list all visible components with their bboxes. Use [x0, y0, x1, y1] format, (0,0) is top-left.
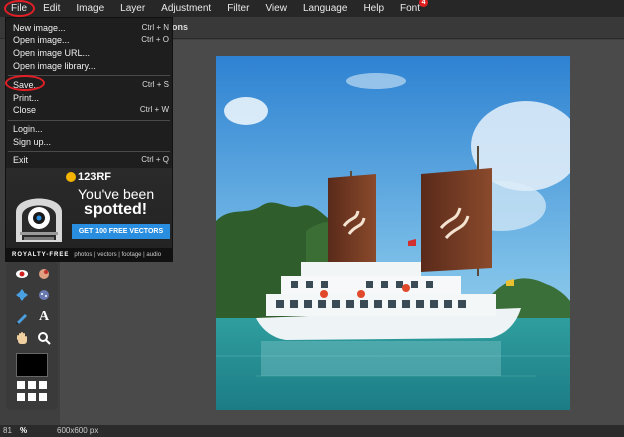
menu-item-close[interactable]: Close Ctrl + W — [13, 104, 169, 116]
foreground-color-swatch[interactable] — [16, 353, 48, 377]
text-tool-icon[interactable]: A — [36, 309, 52, 325]
menu-item-new-image[interactable]: New image... Ctrl + N — [13, 22, 169, 34]
menu-item-open-image[interactable]: Open image... Ctrl + O — [13, 34, 169, 46]
font-badge: 4 — [419, 0, 429, 7]
advertisement-banner[interactable]: 123RF You've been spotted! GET 100 FREE … — [6, 168, 172, 262]
menu-view[interactable]: View — [257, 0, 295, 17]
ad-headline-bold: spotted! — [84, 201, 148, 218]
menu-filter[interactable]: Filter — [219, 0, 257, 17]
image-dimensions: 600x600 px — [57, 426, 99, 435]
sponge-tool-icon[interactable] — [36, 287, 52, 303]
menu-item-print[interactable]: Print... — [13, 92, 169, 104]
file-highlight-circle — [4, 0, 35, 17]
hand-tool-icon[interactable] — [14, 330, 30, 346]
menu-language[interactable]: Language — [295, 0, 356, 17]
zoom-tool-icon[interactable] — [36, 330, 52, 346]
ad-headline: You've been — [78, 186, 155, 202]
menu-edit[interactable]: Edit — [35, 0, 68, 17]
menu-bar: File Edit Image Layer Adjustment Filter … — [0, 0, 624, 17]
menu-item-exit[interactable]: Exit Ctrl + Q — [13, 154, 169, 166]
ad-footer: ROYALTY-FREE photos | vectors | footage … — [6, 248, 172, 262]
menu-image[interactable]: Image — [68, 0, 112, 17]
ad-brand-logo: 123RF — [66, 171, 111, 183]
menu-separator — [8, 120, 170, 121]
red-eye-tool-icon[interactable] — [14, 266, 30, 282]
move-tool-icon[interactable] — [14, 287, 30, 303]
grid-view-icon[interactable] — [17, 381, 49, 403]
menu-item-login[interactable]: Login... — [13, 123, 169, 135]
robot-eye-illustration — [16, 198, 62, 242]
ad-cta-button[interactable]: GET 100 FREE VECTORS — [72, 224, 170, 239]
zoom-unit: % — [20, 426, 28, 435]
file-menu-dropdown: New image... Ctrl + N Open image... Ctrl +… — [5, 17, 173, 262]
menu-item-open-image-library[interactable]: Open image library... — [13, 60, 169, 72]
canvas-image[interactable] — [216, 56, 570, 410]
save-highlight-circle — [5, 75, 45, 91]
options-hint: ons — [172, 22, 189, 32]
zoom-value[interactable]: 81 — [3, 426, 12, 435]
status-bar: 81 % 600x600 px — [0, 425, 624, 437]
menu-item-open-image-url[interactable]: Open image URL... — [13, 47, 169, 59]
menu-layer[interactable]: Layer — [112, 0, 153, 17]
spot-heal-tool-icon[interactable] — [36, 266, 52, 282]
menu-adjustment[interactable]: Adjustment — [153, 0, 219, 17]
menu-separator — [8, 151, 170, 152]
menu-font[interactable]: Font 4 — [392, 0, 429, 17]
coin-icon — [66, 172, 76, 182]
pencil-tool-icon[interactable] — [14, 309, 30, 325]
menu-help[interactable]: Help — [355, 0, 392, 17]
junk-boat-photo — [216, 56, 570, 410]
menu-item-sign-up[interactable]: Sign up... — [13, 136, 169, 148]
